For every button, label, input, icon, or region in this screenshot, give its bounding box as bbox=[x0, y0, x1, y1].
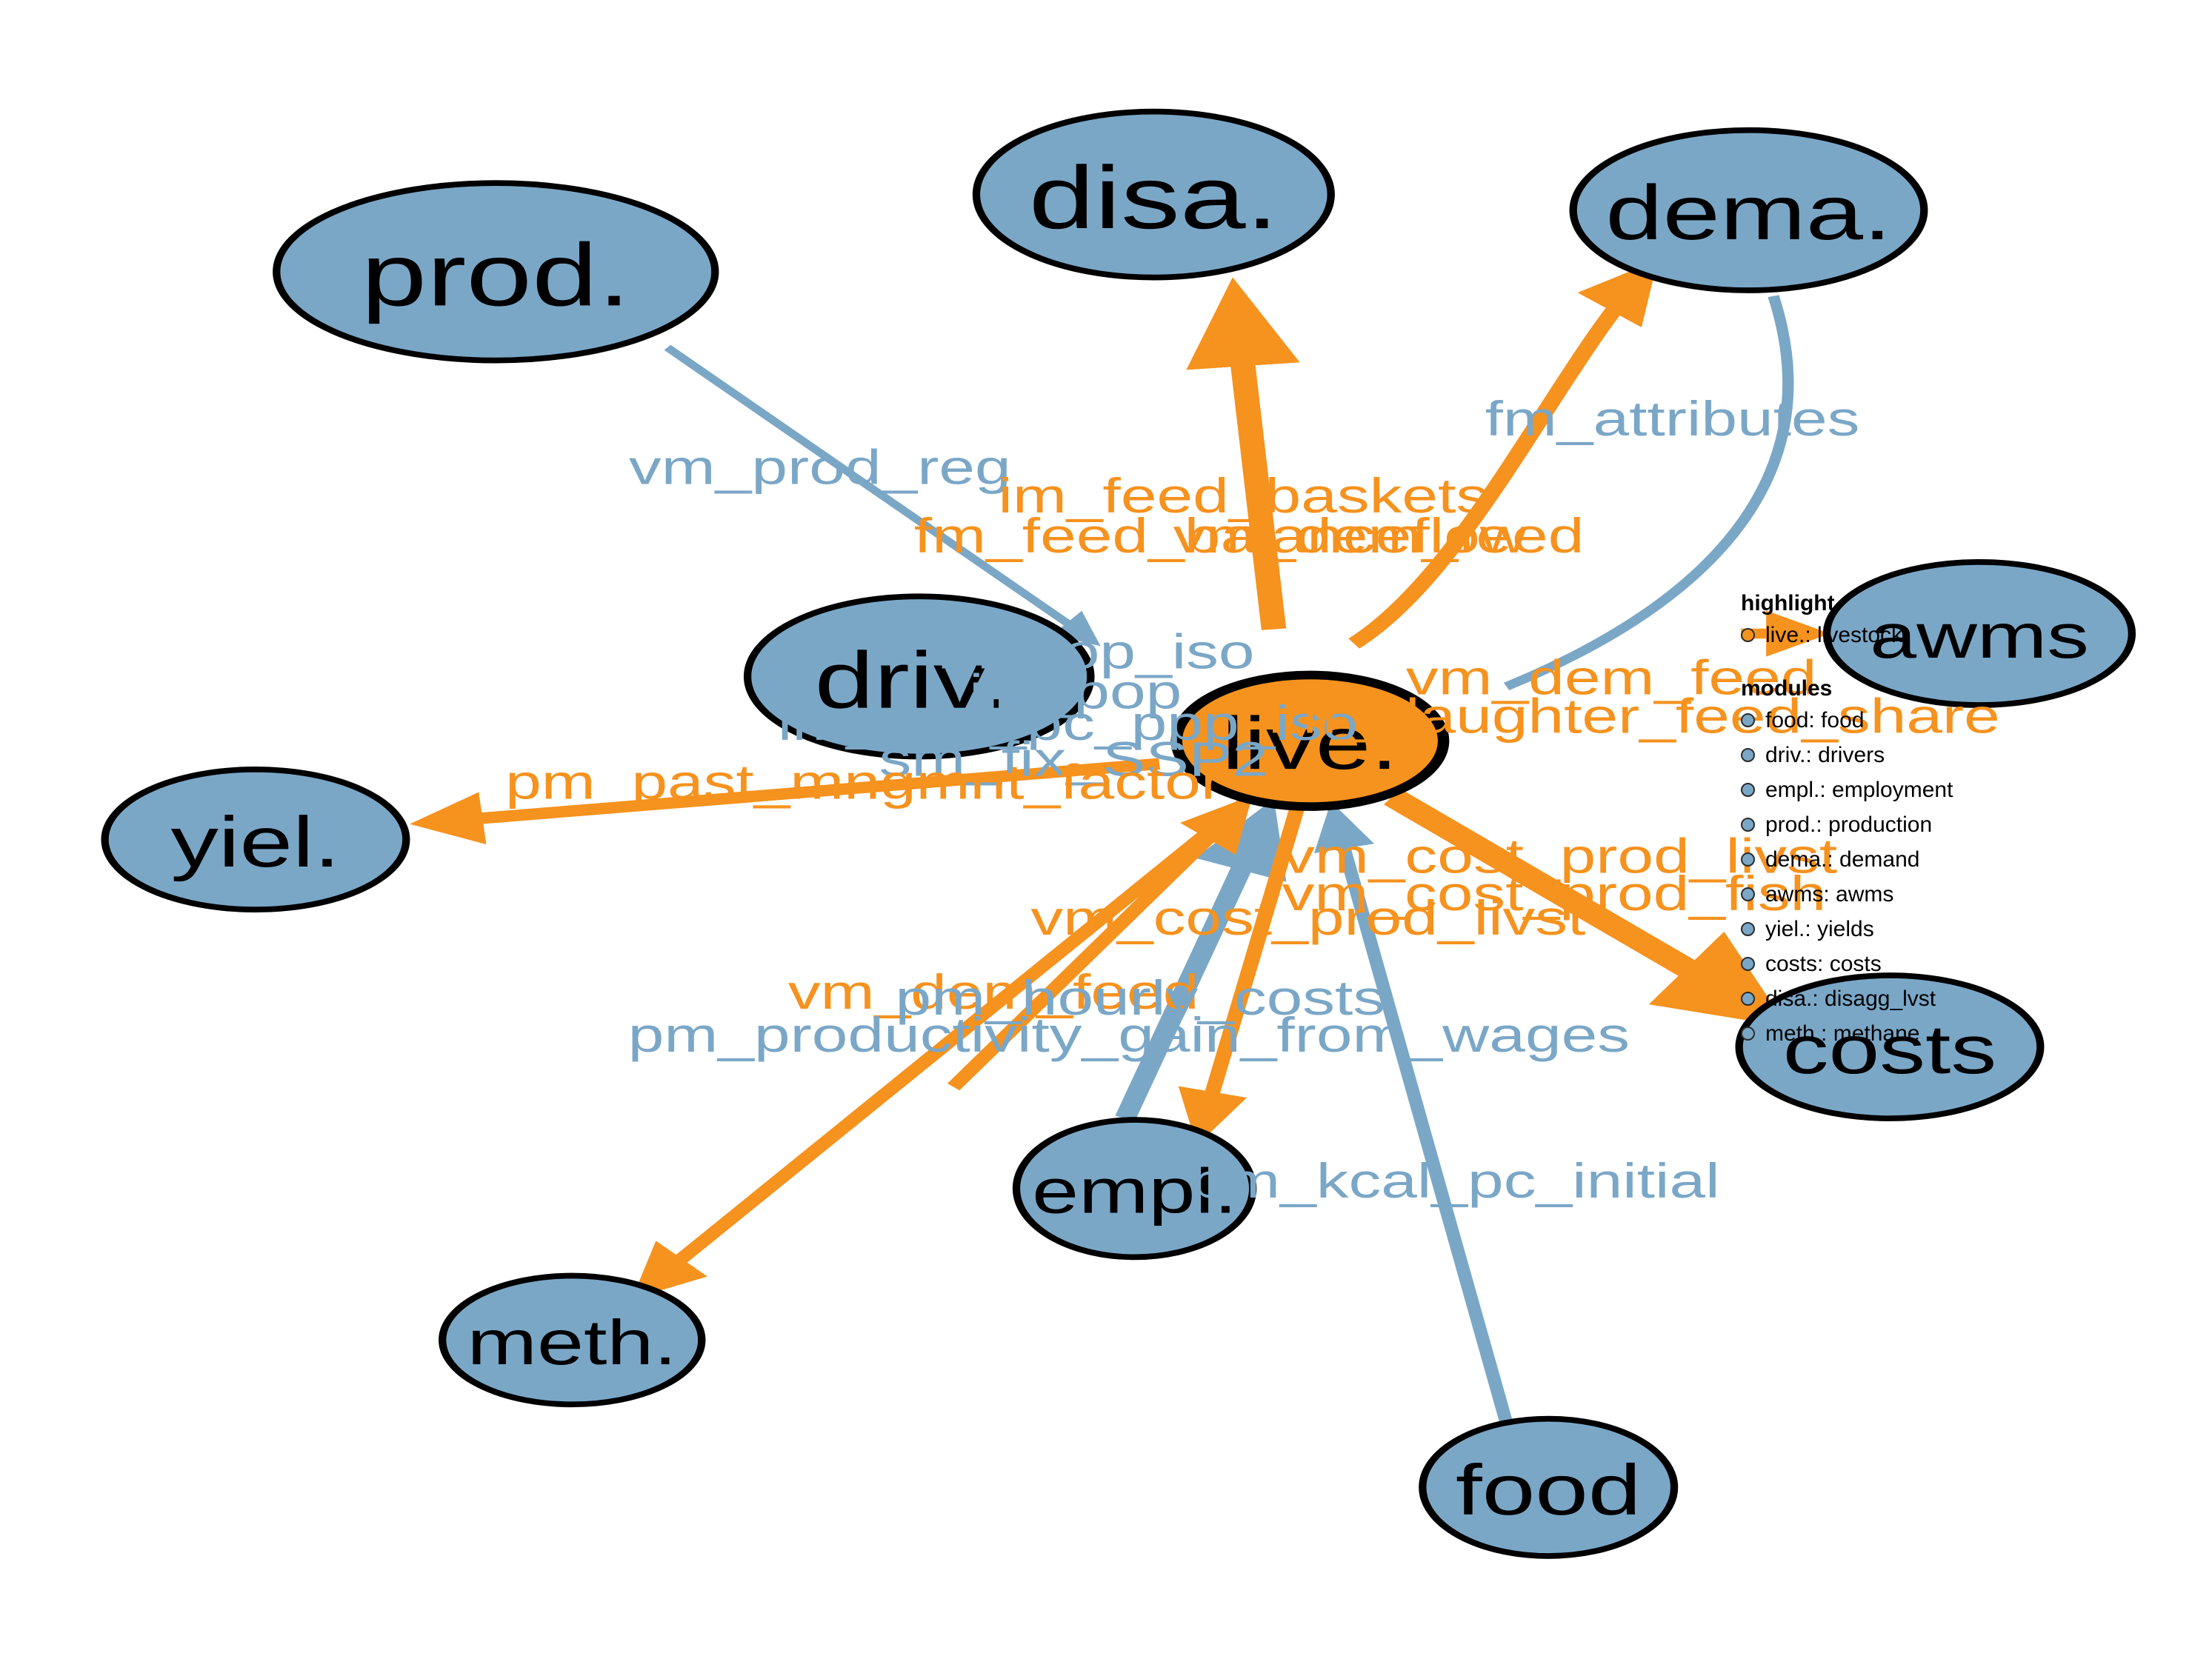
node-prod-label: prod. bbox=[361, 225, 630, 324]
edge-label-pm-kcal-pc-initial: pm_kcal_pc_initial bbox=[1190, 1155, 1720, 1209]
edge-label-vm-dem-feed-top: vm_dem_feed bbox=[1173, 510, 1585, 564]
legend-item-label: food: food bbox=[1765, 707, 1865, 732]
legend-dot-icon bbox=[1741, 713, 1755, 727]
node-food-label: food bbox=[1456, 1450, 1641, 1530]
legend-dot-icon bbox=[1741, 783, 1755, 797]
legend-dot-icon bbox=[1741, 818, 1755, 832]
legend-dot-icon bbox=[1741, 992, 1755, 1006]
legend-item-label: awms: awms bbox=[1765, 881, 1894, 907]
legend-modules-title: modules bbox=[1741, 676, 1833, 701]
node-disa[interactable]: disa. bbox=[972, 108, 1335, 281]
node-prod[interactable]: prod. bbox=[273, 180, 719, 364]
legend-item-label: disa.: disagg_lvst bbox=[1765, 986, 1936, 1011]
node-yiel-label: yiel. bbox=[170, 802, 340, 882]
legend-item-label: driv.: drivers bbox=[1765, 742, 1885, 767]
legend-item-costs[interactable]: costs: costs bbox=[1741, 947, 2156, 981]
legend-item-disa[interactable]: disa.: disagg_lvst bbox=[1741, 981, 2156, 1016]
legend-item-label: live.: livestock bbox=[1765, 622, 1903, 647]
legend-item-label: meth.: methane bbox=[1765, 1021, 1920, 1046]
node-dema[interactable]: dema. bbox=[1569, 127, 1928, 293]
legend-dot-icon bbox=[1741, 628, 1755, 642]
diagram-canvas: prod. disa. dema. driv. awms yiel. costs… bbox=[0, 0, 2212, 1659]
legend-dot-icon bbox=[1741, 748, 1755, 762]
edge-label-vm-prod-reg: vm_prod_reg bbox=[629, 441, 1011, 495]
legend: highlight live.: livestock modules food:… bbox=[1741, 592, 2156, 1076]
legend-item-meth[interactable]: meth.: methane bbox=[1741, 1016, 2156, 1051]
legend-item-label: prod.: production bbox=[1765, 812, 1933, 837]
legend-modules-group: modules food: food driv.: drivers empl.:… bbox=[1741, 678, 2156, 1051]
node-food[interactable]: food bbox=[1419, 1415, 1679, 1559]
edge-live-to-dema bbox=[1348, 260, 1658, 649]
legend-highlight-group: highlight live.: livestock bbox=[1741, 592, 2156, 652]
legend-item-yiel[interactable]: yiel.: yields bbox=[1741, 912, 2156, 947]
legend-item-label: costs: costs bbox=[1765, 951, 1882, 976]
legend-item-food[interactable]: food: food bbox=[1741, 703, 2156, 738]
edge-live-to-disa bbox=[1186, 277, 1300, 630]
legend-item-empl[interactable]: empl.: employment bbox=[1741, 772, 2156, 807]
legend-dot-icon bbox=[1741, 852, 1755, 867]
legend-item-label: dema.: demand bbox=[1765, 847, 1920, 872]
legend-dot-icon bbox=[1741, 887, 1755, 901]
legend-highlight-title: highlight bbox=[1741, 591, 1835, 615]
legend-item-label: empl.: employment bbox=[1765, 777, 1953, 802]
edge-label-fm-attributes: fm_attributes bbox=[1485, 392, 1860, 446]
legend-item-prod[interactable]: prod.: production bbox=[1741, 807, 2156, 842]
legend-item-live[interactable]: live.: livestock bbox=[1741, 618, 2156, 652]
legend-dot-icon bbox=[1741, 922, 1755, 936]
legend-item-label: yiel.: yields bbox=[1765, 916, 1874, 941]
legend-dot-icon bbox=[1741, 957, 1755, 971]
node-dema-label: dema. bbox=[1605, 170, 1891, 256]
legend-item-dema[interactable]: dema.: demand bbox=[1741, 842, 2156, 877]
node-disa-label: disa. bbox=[1029, 147, 1279, 247]
legend-item-driv[interactable]: driv.: drivers bbox=[1741, 738, 2156, 772]
legend-item-awms[interactable]: awms: awms bbox=[1741, 877, 2156, 912]
legend-dot-icon bbox=[1741, 1027, 1755, 1041]
node-meth-label: meth. bbox=[467, 1308, 677, 1378]
edge-label-vm-cost-prod-livst-center: vm_cost_prod_livst bbox=[1030, 891, 1585, 945]
node-yiel[interactable]: yiel. bbox=[101, 767, 410, 912]
node-meth[interactable]: meth. bbox=[439, 1272, 706, 1408]
edge-label-pm-productivity-gain-from-wages: pm_productivity_gain_from_wages bbox=[628, 1009, 1630, 1063]
edge-label-pm-past-mngmnt-factor: pm_past_mngmnt_factor bbox=[505, 755, 1222, 810]
